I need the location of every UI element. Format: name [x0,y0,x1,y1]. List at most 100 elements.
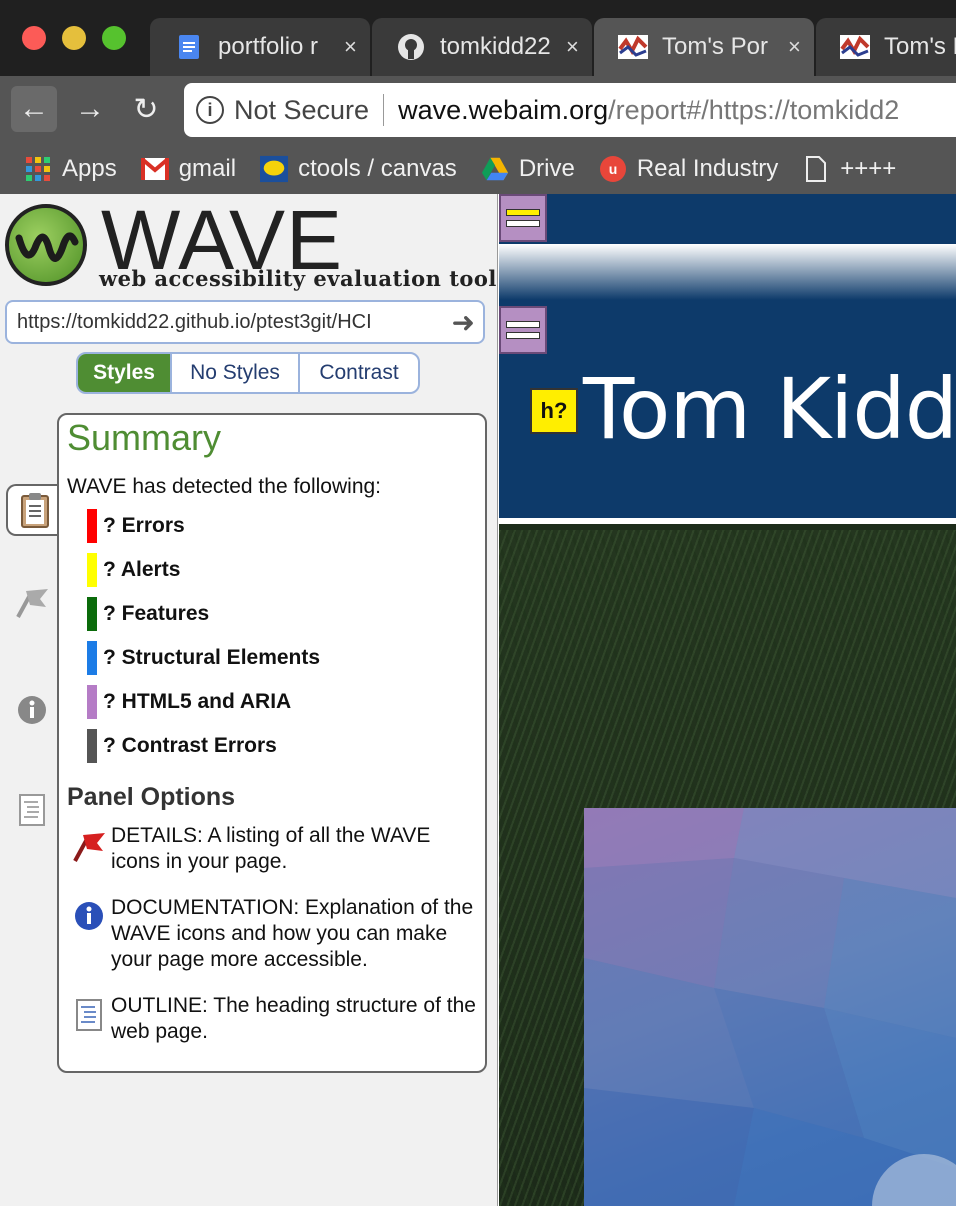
polygon-image [584,808,956,1206]
info-icon[interactable]: i [196,96,224,124]
documentation-panel-button[interactable] [6,684,58,736]
bookmark-label: Apps [62,155,117,182]
option-outline-text: OUTLINE: The heading structure of the we… [111,994,476,1043]
bookmarks-bar: Apps gmail ctools / canvas Drive u Real … [0,144,956,194]
count-label: ? Errors [103,514,185,537]
browser-toolbar: ← → ↻ i Not Secure wave.webaim.org/repor… [0,76,956,144]
outline-icon [19,794,45,826]
gmail-icon [140,155,169,183]
wave-logo[interactable]: WAVE web accessibility evaluation tool [5,193,496,292]
details-panel-button[interactable] [6,576,58,628]
bookmark-drive[interactable]: Drive [481,155,575,183]
tab-close-icon[interactable]: × [566,34,579,60]
svg-text:u: u [609,161,618,177]
reload-icon: ↻ [133,92,159,126]
wave-structure-flag-icon[interactable] [499,306,547,354]
site-icon [840,32,870,62]
option-documentation-text: DOCUMENTATION: Explanation of the WAVE i… [111,896,474,971]
count-label: ? Contrast Errors [103,734,277,757]
minimize-window-button[interactable] [62,26,86,50]
count-label: ? HTML5 and ARIA [103,690,292,713]
browser-tab-toms-portfolio-2[interactable]: Tom's P [816,18,956,76]
go-arrow-icon[interactable]: ➜ [452,306,475,339]
wave-logo-subtitle: web accessibility evaluation tool [99,266,497,291]
errors-color-bar [87,509,97,543]
count-errors: ? Errors [87,509,185,543]
bookmark-label: gmail [178,155,237,182]
browser-tab-portfolio[interactable]: portfolio r × [150,18,370,76]
count-label: ? Structural Elements [103,646,321,669]
flag-icon [67,823,111,875]
count-alerts: ? Alerts [87,553,180,587]
url-divider [383,94,385,126]
tab-title: portfolio r [218,33,319,60]
bookmark-page[interactable]: ++++ [802,155,896,183]
tab-title: Tom's P [884,33,956,60]
tab-no-styles[interactable]: No Styles [172,354,300,392]
ctools-icon [260,155,289,183]
forward-button[interactable]: → [67,86,113,132]
bookmark-label: Real Industry [636,155,779,182]
bookmark-real-industry[interactable]: u Real Industry [599,155,778,183]
tab-close-icon[interactable]: × [788,34,801,60]
wave-logo-icon [5,204,87,286]
browser-tab-toms-portfolio[interactable]: Tom's Por × [594,18,814,76]
site-title: Tom Kidd [583,360,956,458]
count-html5-aria: ? HTML5 and ARIA [87,685,291,719]
wave-aria-flag-icon[interactable] [499,194,547,242]
close-window-button[interactable] [22,26,46,50]
structural-color-bar [87,641,97,675]
reload-button[interactable]: ↻ [123,86,169,132]
outline-icon [67,993,111,1045]
bookmark-ctools[interactable]: ctools / canvas [260,155,457,183]
count-structural-elements: ? Structural Elements [87,641,320,675]
panel-options-title: Panel Options [67,783,236,811]
wave-sidebar: WAVE web accessibility evaluation tool h… [0,193,498,1206]
flag-line [506,321,540,328]
github-icon [396,32,426,62]
google-docs-icon [174,32,204,62]
browser-tab-github[interactable]: tomkidd22 × [372,18,592,76]
back-button[interactable]: ← [11,86,57,132]
address-bar[interactable]: i Not Secure wave.webaim.org/report#/htt… [184,83,956,137]
heading-alert-flag-icon[interactable]: h? [530,388,578,434]
tab-close-icon[interactable]: × [344,34,357,60]
arrow-right-icon: → [75,92,105,125]
clipboard-icon [21,493,49,528]
bookmark-label: Drive [518,155,575,182]
flag-line [506,332,540,339]
zoom-window-button[interactable] [102,26,126,50]
count-label: ? Alerts [103,558,181,581]
detected-text: WAVE has detected the following: [67,475,382,498]
info-circle-icon [18,696,46,724]
option-details[interactable]: DETAILS: A listing of all the WAVE icons… [67,823,477,875]
info-icon [67,895,111,973]
count-contrast-errors: ? Contrast Errors [87,729,277,763]
option-outline[interactable]: OUTLINE: The heading structure of the we… [67,993,477,1045]
option-documentation[interactable]: DOCUMENTATION: Explanation of the WAVE i… [67,895,477,973]
window-titlebar: portfolio r × tomkidd22 × Tom's Por × To… [0,0,956,76]
count-label: ? Features [103,602,210,625]
summary-title: Summary [67,417,222,458]
real-industry-icon: u [599,155,627,183]
tab-title: Tom's Por [662,33,768,60]
site-icon [618,32,648,62]
contrast-color-bar [87,729,97,763]
outline-panel-button[interactable] [6,784,58,836]
page-header-top [499,194,956,244]
tab-contrast[interactable]: Contrast [300,354,418,392]
bookmark-label: ++++ [840,155,897,182]
flag-line [506,220,540,227]
alerts-color-bar [87,553,97,587]
url-input[interactable]: https://tomkidd22.github.io/ptest3git/HC… [5,300,485,344]
bookmark-label: ctools / canvas [298,155,457,182]
url-path: /report#/https://tomkidd2 [608,94,900,125]
bookmark-gmail[interactable]: gmail [140,155,237,183]
aria-color-bar [87,685,97,719]
summary-panel-button[interactable] [6,484,62,536]
arrow-left-icon: ← [19,92,49,125]
tab-styles[interactable]: Styles [78,354,172,392]
evaluated-page: h? Tom Kidd [499,194,956,1206]
page-icon [802,155,830,183]
bookmark-apps[interactable]: Apps [24,155,117,183]
